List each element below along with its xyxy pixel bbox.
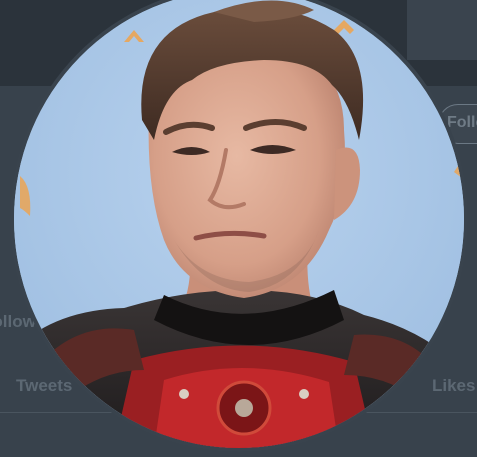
profile-header: Follow Follow Tweets Likes: [0, 0, 477, 457]
avatar[interactable]: [10, 0, 468, 452]
tab-likes[interactable]: Likes: [432, 376, 475, 396]
banner-corner: [407, 0, 477, 60]
avatar-photo: [14, 0, 464, 448]
tab-tweets[interactable]: Tweets: [16, 376, 72, 396]
follow-button-label: Follow: [447, 114, 477, 131]
